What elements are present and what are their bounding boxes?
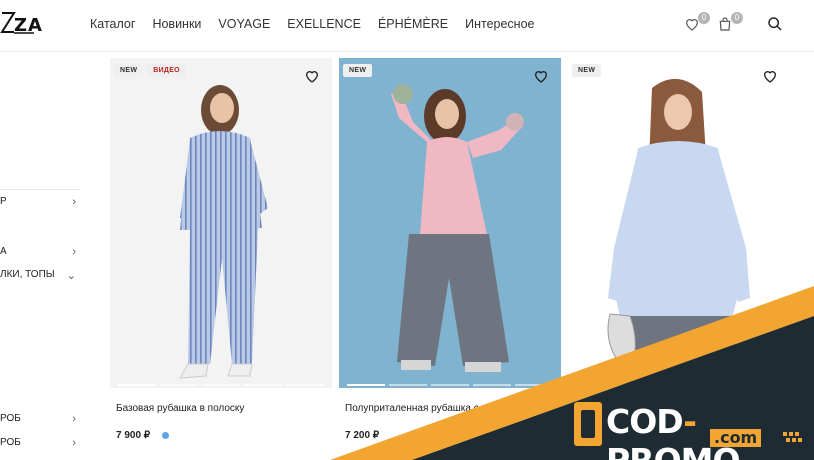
heart-icon	[305, 71, 319, 83]
category-sidebar: Р › А › ЛКИ, ТОПЫ ⌄ РОБ › РОБ ›	[0, 52, 82, 460]
product-tags: NEW	[572, 64, 602, 77]
nav-exellence[interactable]: EXELLENCE	[287, 17, 361, 31]
product-price: 7 900 ₽	[116, 430, 151, 441]
site-logo[interactable]: ZA	[0, 10, 42, 38]
heart-icon	[763, 71, 777, 83]
color-swatch[interactable]	[162, 432, 169, 439]
chevron-right-icon: ›	[72, 437, 76, 448]
model-pink-shirt-image	[391, 84, 524, 372]
sidebar-item-2[interactable]: А ›	[0, 246, 76, 257]
search-icon	[768, 17, 782, 31]
sidebar-item-4[interactable]: РОБ ›	[0, 413, 76, 424]
model-striped-outfit-image	[179, 85, 268, 379]
new-badge: NEW	[343, 64, 373, 77]
nav-interesting[interactable]: Интересное	[465, 17, 534, 31]
sidebar-item-5[interactable]: РОБ ›	[0, 437, 76, 448]
chevron-right-icon: ›	[72, 196, 76, 207]
product-image[interactable]: NEW	[568, 58, 790, 388]
wishlist-button[interactable]: 0	[684, 12, 710, 36]
promo-dash: -	[683, 402, 697, 441]
nav-new-arrivals[interactable]: Новинки	[152, 17, 201, 31]
sidebar-item-1[interactable]: Р ›	[0, 196, 76, 207]
carousel-dot[interactable]	[431, 384, 469, 386]
new-badge: NEW	[114, 64, 144, 77]
logo-letters: ZA	[14, 15, 43, 36]
wishlist-count-badge: 0	[698, 12, 710, 24]
nav-voyage[interactable]: VOYAGE	[218, 17, 270, 31]
carousel-dot[interactable]	[202, 384, 240, 386]
search-button[interactable]	[767, 16, 787, 36]
promo-logo-text: COD-PROMO	[606, 402, 814, 460]
sidebar-item-shirts-tops[interactable]: ЛКИ, ТОПЫ ⌄	[0, 269, 76, 280]
site-header: ZA Каталог Новинки VOYAGE EXELLENCE ÉPHÉ…	[0, 0, 814, 52]
carousel-dot[interactable]	[347, 384, 385, 386]
model-blue-shirt-image	[607, 78, 750, 388]
product-price: 7 200 ₽	[345, 430, 380, 441]
carousel-dot[interactable]	[473, 384, 511, 386]
chevron-down-icon: ⌄	[66, 270, 76, 280]
carousel-dot[interactable]	[389, 384, 427, 386]
promo-suffix: PROMO	[606, 441, 741, 460]
video-badge: ВИДЕО	[147, 64, 186, 77]
add-to-wishlist-button[interactable]	[533, 68, 549, 84]
product-name[interactable]: Базовая рубашка в полоску	[116, 402, 326, 415]
product-tags: NEW	[343, 64, 373, 77]
cart-count-badge: 0	[731, 12, 743, 24]
add-to-wishlist-button[interactable]	[304, 68, 320, 84]
sidebar-item-label: ЛКИ, ТОПЫ	[0, 269, 55, 280]
carousel-dot[interactable]	[244, 384, 282, 386]
promo-main: COD	[606, 402, 684, 441]
chevron-right-icon: ›	[72, 413, 76, 424]
image-carousel-indicator[interactable]	[347, 384, 553, 386]
product-name[interactable]: Полуприталенная рубашка с воротником	[345, 402, 555, 415]
new-badge: NEW	[572, 64, 602, 77]
promo-domain: .com	[710, 429, 762, 447]
product-image[interactable]: NEW	[339, 58, 561, 388]
nav-ephemere[interactable]: ÉPHÉMÈRE	[378, 17, 448, 31]
nav-catalog[interactable]: Каталог	[90, 17, 135, 31]
cart-button[interactable]: 0	[717, 12, 743, 36]
sidebar-divider	[0, 189, 80, 190]
heart-icon	[534, 71, 548, 83]
chevron-right-icon: ›	[72, 246, 76, 257]
sidebar-item-label: А	[0, 246, 7, 257]
sidebar-item-label: РОБ	[0, 437, 21, 448]
carousel-dot[interactable]	[160, 384, 198, 386]
carousel-dot[interactable]	[515, 384, 553, 386]
main-nav: Каталог Новинки VOYAGE EXELLENCE ÉPHÉMÈR…	[90, 17, 535, 31]
product-image[interactable]: NEW ВИДЕО	[110, 58, 332, 388]
product-tags: NEW ВИДЕО	[114, 64, 186, 77]
sidebar-item-label: РОБ	[0, 413, 21, 424]
add-to-wishlist-button[interactable]	[762, 68, 778, 84]
carousel-dot[interactable]	[118, 384, 156, 386]
carousel-dot[interactable]	[286, 384, 324, 386]
sidebar-item-label: Р	[0, 196, 7, 207]
image-carousel-indicator[interactable]	[118, 384, 324, 386]
